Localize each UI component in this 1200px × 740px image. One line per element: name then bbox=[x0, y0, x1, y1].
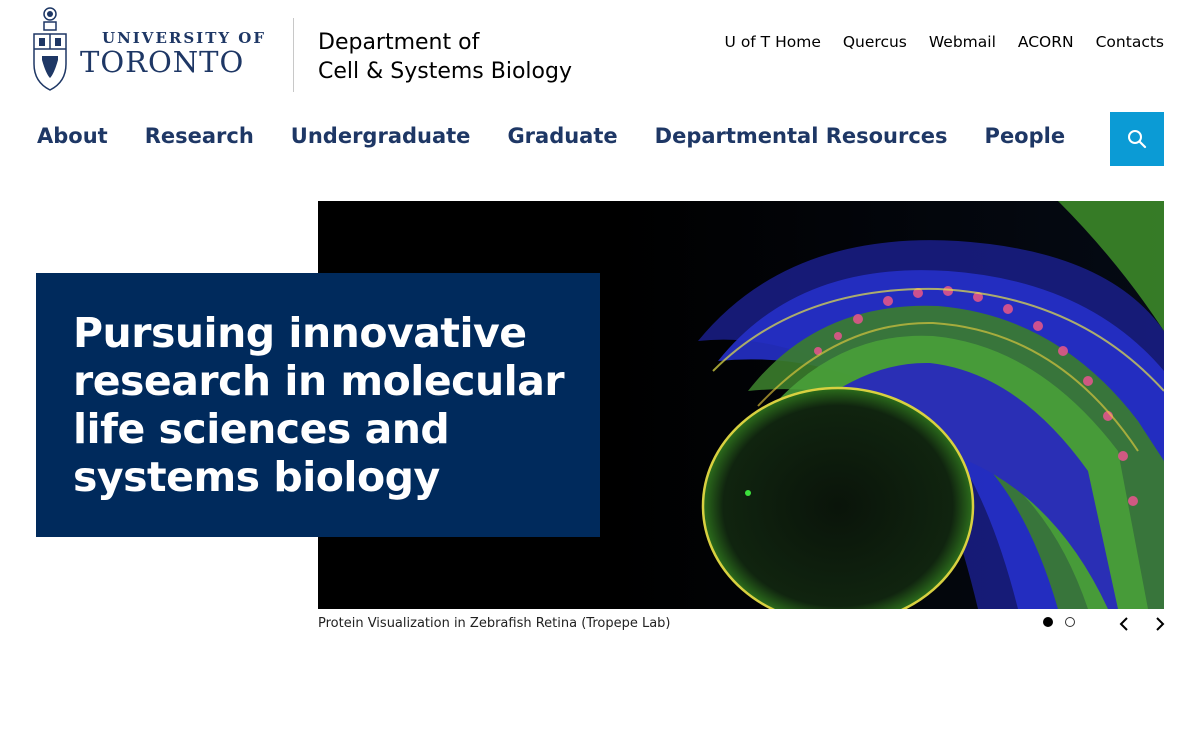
headline-line-3: life sciences and bbox=[73, 405, 450, 453]
utility-link-acorn[interactable]: ACORN bbox=[1018, 33, 1074, 51]
hero-headline-box: Pursuing innovative research in molecula… bbox=[36, 273, 600, 537]
headline-line-4: systems biology bbox=[73, 453, 440, 501]
utility-link-quercus[interactable]: Quercus bbox=[843, 33, 907, 51]
crest-icon bbox=[33, 7, 67, 91]
nav-item-about[interactable]: About bbox=[37, 124, 108, 148]
main-nav: About Research Undergraduate Graduate De… bbox=[37, 124, 1102, 148]
utility-nav: U of T Home Quercus Webmail ACORN Contac… bbox=[725, 33, 1164, 51]
nav-item-people[interactable]: People bbox=[985, 124, 1066, 148]
chevron-right-icon bbox=[1156, 617, 1165, 631]
carousel-dot-1[interactable] bbox=[1043, 617, 1053, 627]
utility-link-webmail[interactable]: Webmail bbox=[929, 33, 996, 51]
carousel-dot-2[interactable] bbox=[1065, 617, 1075, 627]
department-name-line2: Cell & Systems Biology bbox=[318, 59, 572, 84]
hero-caption: Protein Visualization in Zebrafish Retin… bbox=[318, 616, 671, 631]
carousel-dots bbox=[1043, 617, 1075, 627]
department-name[interactable]: Department of Cell & Systems Biology bbox=[318, 28, 572, 86]
search-icon bbox=[1128, 130, 1147, 149]
carousel-prev-button[interactable] bbox=[1114, 612, 1134, 636]
nav-item-research[interactable]: Research bbox=[145, 124, 254, 148]
carousel-next-button[interactable] bbox=[1150, 612, 1170, 636]
logo-divider bbox=[293, 18, 294, 92]
utility-link-contacts[interactable]: Contacts bbox=[1096, 33, 1164, 51]
headline-line-1: Pursuing innovative bbox=[73, 309, 527, 357]
university-logo[interactable]: UNIVERSITY OF TORONTO bbox=[30, 4, 280, 94]
department-name-line1: Department of bbox=[318, 30, 480, 55]
headline-line-2: research in molecular bbox=[73, 357, 565, 405]
nav-item-undergraduate[interactable]: Undergraduate bbox=[291, 124, 471, 148]
hero-headline: Pursuing innovative research in molecula… bbox=[73, 309, 580, 501]
university-name-line2: TORONTO bbox=[80, 45, 245, 79]
nav-item-departmental-resources[interactable]: Departmental Resources bbox=[655, 124, 948, 148]
utility-link-uoft-home[interactable]: U of T Home bbox=[725, 33, 821, 51]
search-button[interactable] bbox=[1110, 112, 1164, 166]
chevron-left-icon bbox=[1119, 617, 1128, 631]
nav-item-graduate[interactable]: Graduate bbox=[507, 124, 617, 148]
